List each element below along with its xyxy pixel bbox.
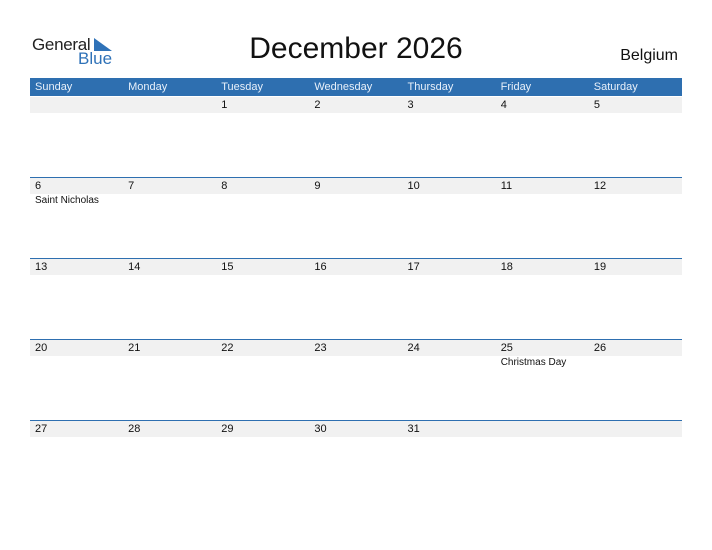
day-number: 26 [593, 342, 607, 354]
day-number: 10 [407, 180, 420, 192]
weekday-monday: Monday [128, 81, 168, 93]
day-cell: 9 [309, 178, 402, 259]
day-cell: 5 [589, 97, 682, 178]
weekday-saturday: Saturday [593, 81, 638, 93]
day-cell: 31 [403, 421, 496, 502]
day-cell [496, 421, 589, 502]
day-number: 30 [314, 423, 327, 435]
day-number: 12 [593, 180, 607, 192]
day-number: 27 [35, 423, 48, 435]
weekday-wednesday: Wednesday [314, 81, 373, 93]
day-cell: 29 [216, 421, 309, 502]
calendar-title: December 2026 [249, 32, 463, 65]
day-number: 14 [128, 261, 141, 273]
day-cell: 13 [30, 259, 123, 340]
day-number: 20 [35, 342, 48, 354]
day-cell: 28 [123, 421, 216, 502]
weekday-header: Sunday Monday Tuesday Wednesday Thursday… [30, 78, 682, 96]
day-number: 6 [35, 180, 42, 192]
week-row: 13 14 15 16 17 18 19 [30, 258, 682, 340]
day-number: 11 [500, 180, 513, 192]
day-cell: 27 [30, 421, 123, 502]
day-cell [589, 421, 682, 502]
week-row: 1 2 3 4 5 [30, 97, 682, 178]
day-number: 8 [221, 180, 228, 192]
day-number: 15 [221, 261, 234, 273]
day-cell: 3 [403, 97, 496, 178]
day-number: 17 [407, 261, 420, 273]
day-cell: 23 [309, 340, 402, 421]
day-cell: 7 [123, 178, 216, 259]
day-cell: 6 Saint Nicholas [30, 178, 123, 259]
day-cell: 20 [30, 340, 123, 421]
week-row: 6 Saint Nicholas 7 8 9 10 11 12 [30, 177, 682, 259]
day-cell: 16 [309, 259, 402, 340]
day-cell: 26 [589, 340, 682, 421]
day-cell: 1 [216, 97, 309, 178]
day-number: 18 [500, 261, 513, 273]
day-cell: 10 [403, 178, 496, 259]
day-number: 13 [35, 261, 48, 273]
day-cell: 24 [403, 340, 496, 421]
day-number: 2 [314, 99, 321, 111]
day-number: 23 [314, 342, 327, 354]
day-cell: 12 [589, 178, 682, 259]
day-cell: 14 [123, 259, 216, 340]
day-cell: 21 [123, 340, 216, 421]
day-number: 5 [593, 99, 600, 111]
day-number: 3 [407, 99, 414, 111]
day-number: 16 [314, 261, 327, 273]
day-number: 24 [407, 342, 420, 354]
day-number: 22 [221, 342, 234, 354]
day-number: 7 [128, 180, 135, 192]
day-cell: 2 [309, 97, 402, 178]
day-cell: 8 [216, 178, 309, 259]
day-number: 29 [221, 423, 234, 435]
day-number: 28 [128, 423, 141, 435]
day-number: 25 [500, 342, 513, 354]
day-cell: 11 [496, 178, 589, 259]
day-cell: 15 [216, 259, 309, 340]
day-cell: 22 [216, 340, 309, 421]
day-number: 1 [221, 99, 228, 111]
country-label: Belgium [620, 47, 678, 64]
day-number: 31 [407, 423, 420, 435]
day-cell: 18 [496, 259, 589, 340]
week-row: 27 28 29 30 31 [30, 420, 682, 502]
week-row: 20 21 22 23 24 25 Christmas Day 26 [30, 339, 682, 421]
holiday-label: Christmas Day [500, 357, 567, 368]
day-cell: 25 Christmas Day [496, 340, 589, 421]
day-number: 21 [128, 342, 141, 354]
weekday-tuesday: Tuesday [221, 81, 264, 93]
day-cell [123, 97, 216, 178]
day-number: 9 [314, 180, 321, 192]
day-cell: 4 [496, 97, 589, 178]
day-cell: 30 [309, 421, 402, 502]
day-cell [30, 97, 123, 178]
weekday-friday: Friday [500, 81, 532, 93]
weekday-thursday: Thursday [407, 81, 454, 93]
day-cell: 17 [403, 259, 496, 340]
holiday-label: Saint Nicholas [35, 195, 99, 206]
day-cell: 19 [589, 259, 682, 340]
weekday-sunday: Sunday [35, 81, 73, 93]
day-number: 19 [593, 261, 607, 273]
day-number: 4 [500, 99, 507, 111]
